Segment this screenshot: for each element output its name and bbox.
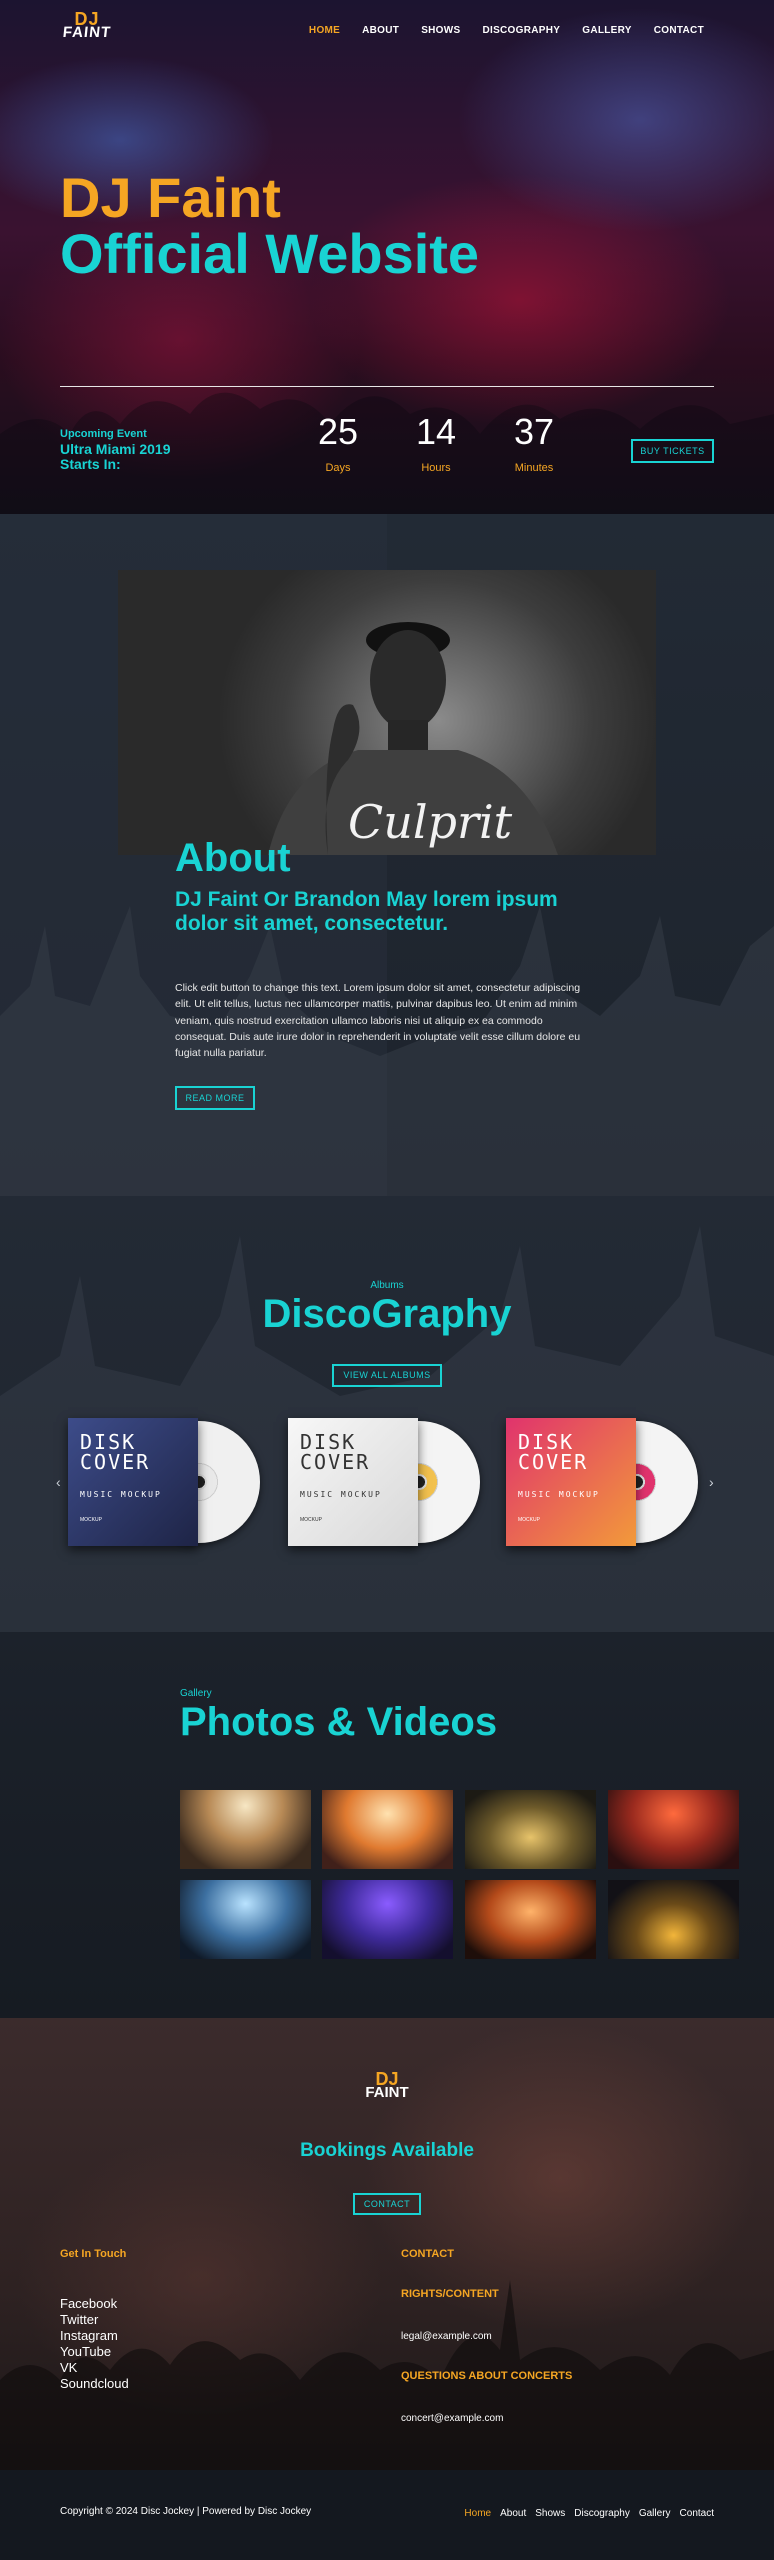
footer-nav-about[interactable]: About (500, 2508, 526, 2519)
hero-section: DJ FAINT HOME ABOUT SHOWS DISCOGRAPHY GA… (0, 0, 774, 514)
concerts-heading: QUESTIONS ABOUT CONCERTS (401, 2370, 573, 2382)
discography-label: Albums (370, 1280, 404, 1291)
carousel-next-icon[interactable]: › (709, 1474, 714, 1490)
shirt-text: Culprit (348, 795, 513, 849)
event-label: Upcoming Event (60, 428, 147, 440)
gallery-thumb[interactable] (322, 1880, 453, 1959)
album-sleeve: DISK COVER MUSIC MOCKUP MOCKUP (288, 1418, 418, 1546)
logo-bottom-text: FAINT (61, 24, 113, 41)
site-logo[interactable]: DJ FAINT (60, 10, 114, 50)
nav-shows[interactable]: SHOWS (421, 25, 460, 36)
gallery-title: Photos & Videos (180, 1700, 498, 1744)
bottom-bar: Copyright © 2024 Disc Jockey | Powered b… (0, 2470, 774, 2560)
social-facebook[interactable]: Facebook (60, 2296, 129, 2312)
gallery-thumb[interactable] (180, 1880, 311, 1959)
rights-heading: RIGHTS/CONTENT (401, 2288, 499, 2300)
social-youtube[interactable]: YouTube (60, 2344, 129, 2360)
album-title-line1: DISK (300, 1430, 357, 1454)
gallery-thumb[interactable] (608, 1790, 739, 1869)
footer-nav-contact[interactable]: Contact (680, 2508, 714, 2519)
nav-gallery[interactable]: GALLERY (582, 25, 632, 36)
countdown-minutes-value: 37 (513, 411, 555, 452)
contact-button[interactable]: CONTACT (353, 2193, 421, 2215)
get-in-touch-heading: Get In Touch (60, 2248, 127, 2260)
contact-heading: CONTACT (401, 2248, 454, 2260)
gallery-thumb[interactable] (465, 1880, 596, 1959)
about-section: Culprit About DJ Faint Or Brandon May lo… (0, 514, 774, 1196)
discography-section: Albums DiscoGraphy VIEW ALL ALBUMS ‹ › D… (0, 1196, 774, 1632)
footer-nav-discography[interactable]: Discography (574, 2508, 630, 2519)
view-all-albums-button[interactable]: VIEW ALL ALBUMS (332, 1364, 442, 1387)
album-subtitle: MUSIC MOCKUP (300, 1490, 382, 1499)
nav-about[interactable]: ABOUT (362, 25, 399, 36)
footer-section: DJ FAINT Bookings Available CONTACT Get … (0, 2018, 774, 2470)
social-soundcloud[interactable]: Soundcloud (60, 2376, 129, 2392)
footer-nav-gallery[interactable]: Gallery (639, 2508, 671, 2519)
main-nav: HOME ABOUT SHOWS DISCOGRAPHY GALLERY CON… (309, 25, 704, 36)
countdown-minutes: 37 Minutes (494, 411, 574, 475)
event-name: Ultra Miami 2019 Starts In: (60, 441, 171, 473)
footer-nav-home[interactable]: Home (464, 2508, 491, 2519)
social-links: Facebook Twitter Instagram YouTube VK So… (60, 2296, 129, 2392)
album-footnote: MOCKUP (518, 1517, 540, 1523)
nav-home[interactable]: HOME (309, 25, 340, 36)
footer-logo[interactable]: DJ FAINT (360, 2070, 414, 2110)
hero-divider (60, 386, 714, 387)
about-subtitle: DJ Faint Or Brandon May lorem ipsum dolo… (175, 888, 558, 935)
album-subtitle: MUSIC MOCKUP (518, 1490, 600, 1499)
social-instagram[interactable]: Instagram (60, 2328, 129, 2344)
album-footnote: MOCKUP (80, 1517, 102, 1523)
read-more-button[interactable]: READ MORE (175, 1086, 255, 1110)
social-vk[interactable]: VK (60, 2360, 129, 2376)
copyright-text: Copyright © 2024 Disc Jockey | Powered b… (60, 2506, 312, 2517)
countdown-days: 25 Days (298, 411, 378, 475)
buy-tickets-button[interactable]: BUY TICKETS (631, 439, 714, 463)
portrait-image: Culprit (268, 622, 558, 855)
album-card[interactable]: DISK COVER MUSIC MOCKUP MOCKUP (506, 1418, 706, 1548)
footer-logo-bottom: FAINT (365, 2084, 409, 2101)
countdown-days-unit: Days (325, 462, 351, 474)
discography-title: DiscoGraphy (262, 1292, 512, 1336)
gallery-label: Gallery (180, 1688, 212, 1699)
gallery-thumb[interactable] (180, 1790, 311, 1869)
countdown-days-value: 25 (317, 411, 359, 452)
hero-title-line1: DJ Faint (60, 166, 281, 229)
gallery-thumb[interactable] (465, 1790, 596, 1869)
bookings-heading: Bookings Available (300, 2140, 474, 2161)
footer-nav-shows[interactable]: Shows (535, 2508, 565, 2519)
artist-portrait: Culprit (118, 570, 656, 855)
nav-contact[interactable]: CONTACT (654, 25, 704, 36)
carousel-prev-icon[interactable]: ‹ (56, 1474, 61, 1490)
album-title-line2: COVER (80, 1450, 151, 1474)
album-sleeve: DISK COVER MUSIC MOCKUP MOCKUP (506, 1418, 636, 1546)
gallery-thumb[interactable] (608, 1880, 739, 1959)
countdown-minutes-unit: Minutes (514, 462, 554, 474)
countdown-hours-value: 14 (415, 411, 457, 452)
album-card[interactable]: DISK COVER MUSIC MOCKUP MOCKUP (68, 1418, 268, 1548)
about-title: About (175, 836, 291, 880)
album-sleeve: DISK COVER MUSIC MOCKUP MOCKUP (68, 1418, 198, 1546)
gallery-thumb[interactable] (322, 1790, 453, 1869)
gallery-section: Gallery Photos & Videos (0, 1632, 774, 2018)
album-footnote: MOCKUP (300, 1517, 322, 1523)
album-subtitle: MUSIC MOCKUP (80, 1490, 162, 1499)
album-card[interactable]: DISK COVER MUSIC MOCKUP MOCKUP (288, 1418, 488, 1548)
footer-nav: Home About Shows Discography Gallery Con… (464, 2508, 714, 2519)
hero-title-line2: Official Website (60, 222, 480, 285)
discography-crowd-silhouette (0, 1226, 774, 1632)
about-body: Click edit button to change this text. L… (175, 982, 581, 1060)
album-title-line2: COVER (300, 1450, 371, 1474)
album-title-line2: COVER (518, 1450, 589, 1474)
rights-email[interactable]: legal@example.com (401, 2331, 492, 2342)
album-title-line1: DISK (80, 1430, 137, 1454)
hero-crowd-silhouette (0, 392, 774, 514)
countdown-hours: 14 Hours (396, 411, 476, 475)
social-twitter[interactable]: Twitter (60, 2312, 129, 2328)
concerts-email[interactable]: concert@example.com (401, 2413, 503, 2424)
album-title-line1: DISK (518, 1430, 575, 1454)
nav-discography[interactable]: DISCOGRAPHY (482, 25, 560, 36)
countdown-hours-unit: Hours (421, 462, 451, 474)
